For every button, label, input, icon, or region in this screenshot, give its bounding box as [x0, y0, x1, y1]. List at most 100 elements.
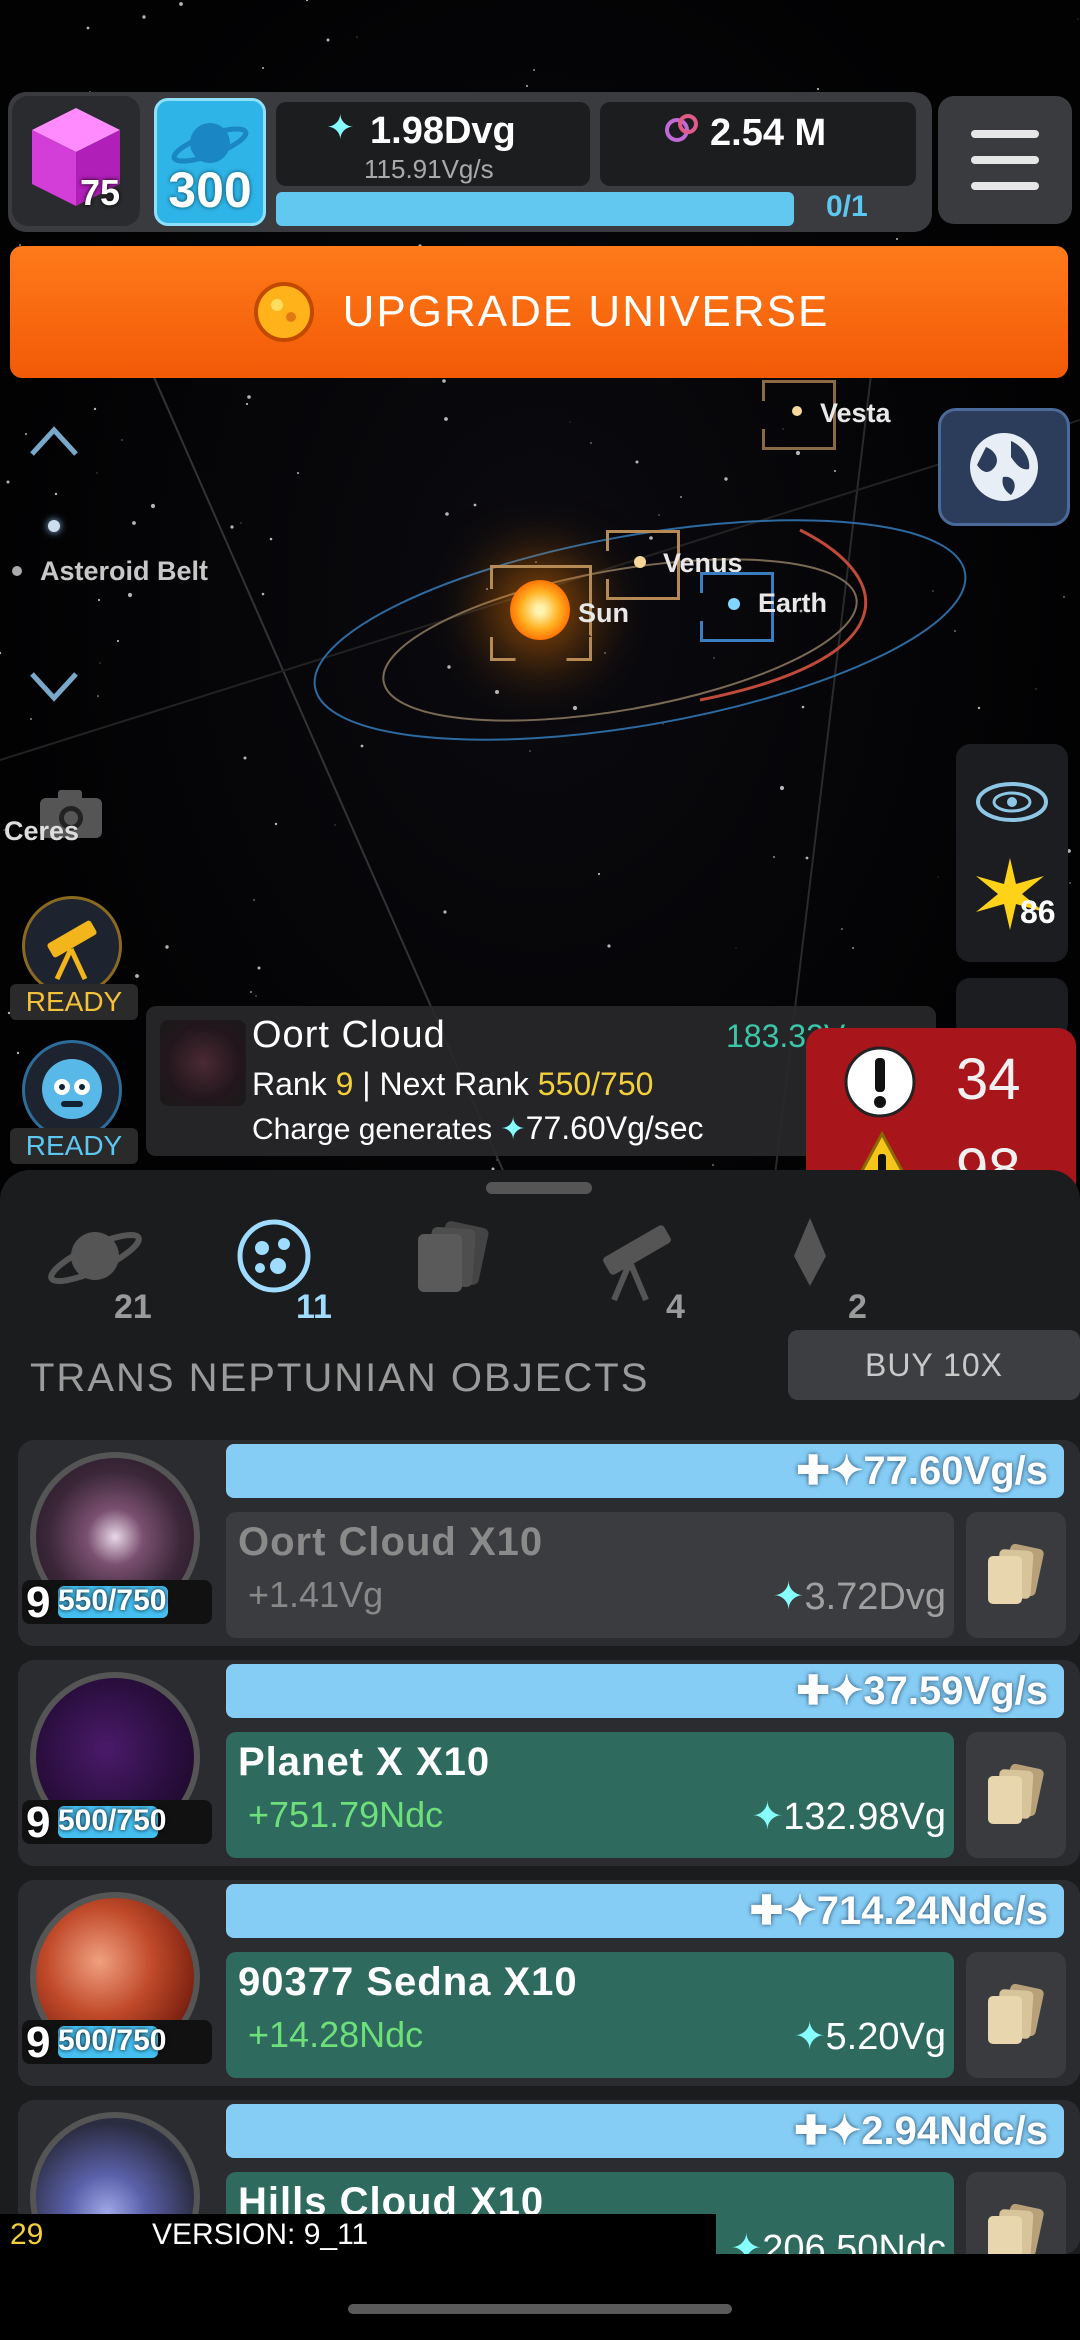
cube-currency-button[interactable]: 75 [12, 96, 140, 226]
star-dot [954, 630, 956, 632]
main-currency-rate: 115.91Vg/s [364, 154, 494, 184]
tab-cards[interactable] [410, 1216, 530, 1326]
item-cost-value: 132.98Vg [783, 1796, 946, 1838]
star-dot [243, 756, 247, 760]
star-dot [635, 460, 639, 464]
item-cost: ✦132.98Vg [751, 1794, 946, 1839]
star-dot [54, 492, 58, 496]
star-dot [526, 85, 528, 87]
star-dot [447, 665, 451, 669]
next-rank-progress: 550/750 [537, 1066, 654, 1102]
item-name: Planet X X10 [238, 1740, 491, 1784]
rank-value: 9 [335, 1066, 354, 1102]
tab-telescopes-count: 4 [666, 1288, 685, 1326]
star-dot [261, 592, 265, 596]
item-cost-value: 3.72Dvg [804, 1576, 946, 1618]
scroll-down-chevron-icon[interactable] [28, 668, 80, 708]
star-dot [179, 2, 183, 6]
telescope-button[interactable] [22, 896, 122, 996]
cards-button[interactable] [966, 2172, 1066, 2254]
star-dot [495, 690, 499, 694]
star-dot [834, 470, 836, 472]
buy-multiplier-button[interactable]: BUY 10X [788, 1330, 1080, 1400]
star-dot [0, 651, 2, 655]
secondary-currency-value: 2.54 M [710, 112, 827, 154]
cards-button[interactable] [966, 1952, 1066, 2078]
star-dot [230, 525, 234, 529]
rank-progress-bar: 9 500/750 [22, 1798, 212, 1847]
star-dot [326, 38, 330, 42]
home-indicator[interactable] [348, 2304, 732, 2314]
star-dot [607, 944, 611, 948]
cards-button[interactable] [966, 1512, 1066, 1638]
star-dot [269, 537, 273, 541]
star-dot [1063, 596, 1065, 598]
star-dot [724, 477, 728, 481]
item-gain: +751.79Ndc [248, 1794, 444, 1835]
buy-button-disabled[interactable]: Oort Cloud X10 +1.41Vg ✦3.72Dvg [226, 1512, 954, 1638]
star-dot [96, 472, 98, 474]
item-cost-value: 206.50Ndc [762, 2228, 946, 2254]
tab-planets[interactable]: 21 [40, 1216, 190, 1326]
star-dot [712, 1164, 714, 1166]
tab-rockets[interactable]: 2 [780, 1216, 880, 1326]
charge-value: 77.60Vg/sec [525, 1110, 704, 1146]
star-dot [6, 480, 10, 484]
tab-trans-neptunian-count: 11 [296, 1288, 332, 1326]
scientist-button[interactable] [22, 1040, 122, 1140]
globe-icon [970, 433, 1038, 501]
planet-level-button[interactable]: 300 [154, 98, 266, 226]
belt-dot-icon [12, 566, 22, 576]
star-dot [1077, 18, 1079, 20]
star-dot [572, 705, 578, 711]
sparkle-icon: ✦ [793, 2016, 826, 2058]
star-dot [443, 910, 447, 914]
orbit-view-button[interactable]: 86 [956, 744, 1068, 962]
secondary-currency-panel: 2.54 M [600, 102, 916, 186]
selected-object-name: Oort Cloud [252, 1014, 446, 1056]
charge-prefix: Charge generates [252, 1113, 501, 1146]
star-dot [135, 974, 139, 978]
star-dot [473, 503, 477, 507]
buy-button[interactable]: Planet X X10 +751.79Ndc ✦132.98Vg [226, 1732, 954, 1858]
star-dot [486, 588, 488, 590]
star-dot [932, 590, 934, 592]
menu-button[interactable] [938, 96, 1072, 224]
star-dot [116, 639, 120, 643]
cards-button[interactable] [966, 1732, 1066, 1858]
tab-trans-neptunian[interactable]: 11 [232, 1216, 382, 1326]
item-gain: +1.41Vg [248, 1574, 384, 1615]
cards-icon [988, 1763, 1044, 1824]
star-dot [360, 744, 364, 748]
item-cost: ✦206.50Ndc [730, 2226, 946, 2254]
buy-button[interactable]: 90377 Sedna X10 +14.28Ndc ✦5.20Vg [226, 1952, 954, 2078]
star-dot [841, 928, 843, 930]
star-dot [245, 402, 249, 406]
globe-button[interactable] [938, 408, 1070, 526]
star-dot [533, 69, 535, 71]
vesta-label: Vesta [820, 398, 891, 428]
upgrade-universe-button[interactable]: UPGRADE UNIVERSE [10, 246, 1068, 378]
star-dot [445, 512, 449, 516]
star-dot [121, 439, 123, 441]
star-dot [597, 872, 601, 876]
star-dot [97, 598, 101, 602]
star-dot [795, 450, 801, 456]
rank-progress-text: 500/750 [58, 2024, 167, 2057]
star-dot [662, 723, 664, 725]
ceres-label[interactable]: Ceres [4, 816, 79, 847]
rank-number: 9 [26, 1798, 51, 1847]
rank-progress-bar: 9 550/750 [22, 1578, 212, 1627]
star-dot [356, 36, 358, 38]
orbit-icon [976, 782, 1048, 822]
section-title: TRANS NEPTUNIAN OBJECTS [30, 1356, 650, 1400]
info-alert-icon [844, 1046, 916, 1118]
charge-line: Charge generates ✦77.60Vg/sec [252, 1110, 704, 1147]
asteroid-belt-label[interactable]: Asteroid Belt [40, 556, 208, 587]
cards-icon [988, 1543, 1044, 1604]
drawer-handle[interactable] [486, 1182, 592, 1194]
tab-telescopes[interactable]: 4 [580, 1216, 730, 1326]
info-alert-count: 34 [956, 1047, 1021, 1112]
star-dot [305, 0, 309, 2]
scroll-up-chevron-icon[interactable] [28, 420, 80, 460]
